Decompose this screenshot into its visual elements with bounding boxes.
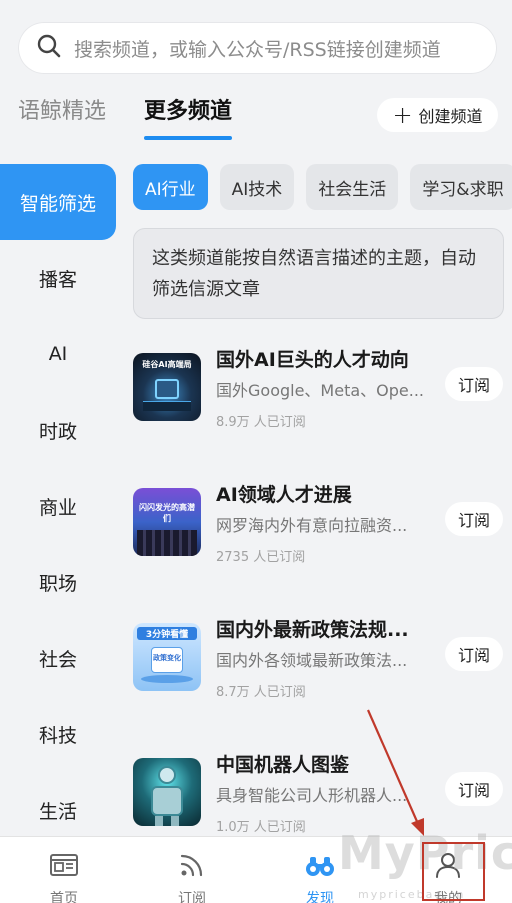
channel-card[interactable]: 3分钟看懂 政策变化 国内外最新政策法规... 国内外各领域最新政策法... 8… (133, 615, 512, 725)
channel-title: 国内外最新政策法规... (216, 619, 409, 641)
channel-subtitle: 国外Google、Meta、Ope... (216, 381, 425, 400)
subscribe-button[interactable]: 订阅 (445, 772, 503, 806)
nav-mine[interactable]: 我的 (384, 837, 512, 903)
subscriber-count: 8.9万 人已订阅 (216, 415, 306, 430)
subscribe-button[interactable]: 订阅 (445, 502, 503, 536)
search-placeholder: 搜索频道，或输入公众号/RSS链接创建频道 (74, 38, 441, 61)
sidebar-item-life[interactable]: 生活 (0, 772, 116, 836)
top-bar: 搜索频道，或输入公众号/RSS链接创建频道 语鲸精选 更多频道 + 创建频道 (0, 0, 512, 152)
tab-more-channels[interactable]: 更多频道 (144, 96, 233, 140)
binoculars-icon (304, 837, 336, 885)
channel-subtitle: 国内外各领域最新政策法... (216, 651, 408, 670)
channel-thumbnail: 3分钟看懂 政策变化 (133, 623, 201, 691)
sidebar-item-workplace[interactable]: 职场 (0, 544, 116, 620)
home-icon (48, 837, 80, 885)
channel-list-panel: AI行业 AI技术 社会生活 学习&求职 这类频道能按自然语言描述的主题，自动筛… (116, 152, 512, 836)
channel-title: AI领域人才进展 (216, 484, 352, 506)
search-bar[interactable]: 搜索频道，或输入公众号/RSS链接创建频道 (18, 22, 497, 74)
channel-card[interactable]: 硅谷AI高端局 国外AI巨头的人才动向 国外Google、Meta、Ope...… (133, 345, 512, 455)
sidebar-item-business[interactable]: 商业 (0, 468, 116, 544)
create-channel-button[interactable]: + 创建频道 (377, 98, 498, 132)
channel-subtitle: 具身智能公司人形机器人... (216, 786, 408, 805)
channel-tabs: 语鲸精选 更多频道 (18, 96, 270, 146)
sidebar-item-society[interactable]: 社会 (0, 620, 116, 696)
rss-icon (176, 837, 208, 885)
category-sidebar: 智能筛选 播客 AI 时政 商业 职场 社会 科技 生活 (0, 164, 116, 836)
channel-thumbnail (133, 758, 201, 826)
channel-title: 中国机器人图鉴 (216, 754, 350, 776)
nav-discover[interactable]: 发现 (256, 837, 384, 903)
subscriber-count: 8.7万 人已订阅 (216, 685, 306, 700)
sidebar-item-smart-filter[interactable]: 智能筛选 (0, 164, 116, 240)
user-icon (432, 837, 464, 885)
active-tab-underline (144, 136, 233, 140)
plus-icon: + (392, 101, 413, 129)
sidebar-item-podcast[interactable]: 播客 (0, 240, 116, 316)
sidebar-item-tech[interactable]: 科技 (0, 696, 116, 772)
bottom-navigation: 首页 订阅 发现 我的 (0, 836, 512, 903)
subcategory-chips: AI行业 AI技术 社会生活 学习&求职 (133, 164, 512, 210)
subscribe-button[interactable]: 订阅 (445, 367, 503, 401)
channel-thumbnail: 硅谷AI高端局 (133, 353, 201, 421)
channel-subtitle: 网罗海内外有意向拉融资... (216, 516, 408, 535)
channel-thumbnail: 闪闪发光的高潜们 (133, 488, 201, 556)
subscribe-button[interactable]: 订阅 (445, 637, 503, 671)
search-icon (36, 33, 62, 63)
tab-featured[interactable]: 语鲸精选 (18, 96, 106, 128)
channel-card[interactable]: 中国机器人图鉴 具身智能公司人形机器人... 1.0万 人已订阅 订阅 (133, 750, 512, 836)
chip-social-life[interactable]: 社会生活 (306, 164, 399, 210)
nav-discover-label: 发现 (306, 891, 334, 903)
sidebar-item-ai[interactable]: AI (0, 316, 116, 392)
nav-home-label: 首页 (50, 891, 78, 903)
channel-card[interactable]: 闪闪发光的高潜们 AI领域人才进展 网罗海内外有意向拉融资... 2735 人已… (133, 480, 512, 590)
chip-ai-industry[interactable]: AI行业 (133, 164, 208, 210)
channel-title: 国外AI巨头的人才动向 (216, 349, 409, 371)
subscriber-count: 1.0万 人已订阅 (216, 820, 306, 835)
nav-mine-label: 我的 (434, 891, 462, 903)
sidebar-item-politics[interactable]: 时政 (0, 392, 116, 468)
subscriber-count: 2735 人已订阅 (216, 550, 306, 565)
nav-home[interactable]: 首页 (0, 837, 128, 903)
chip-study-jobs[interactable]: 学习&求职 (410, 164, 512, 210)
nav-subscribe-label: 订阅 (178, 891, 206, 903)
chip-ai-tech[interactable]: AI技术 (219, 164, 295, 210)
category-description: 这类频道能按自然语言描述的主题，自动筛选信源文章 (133, 228, 504, 319)
nav-subscribe[interactable]: 订阅 (128, 837, 256, 903)
